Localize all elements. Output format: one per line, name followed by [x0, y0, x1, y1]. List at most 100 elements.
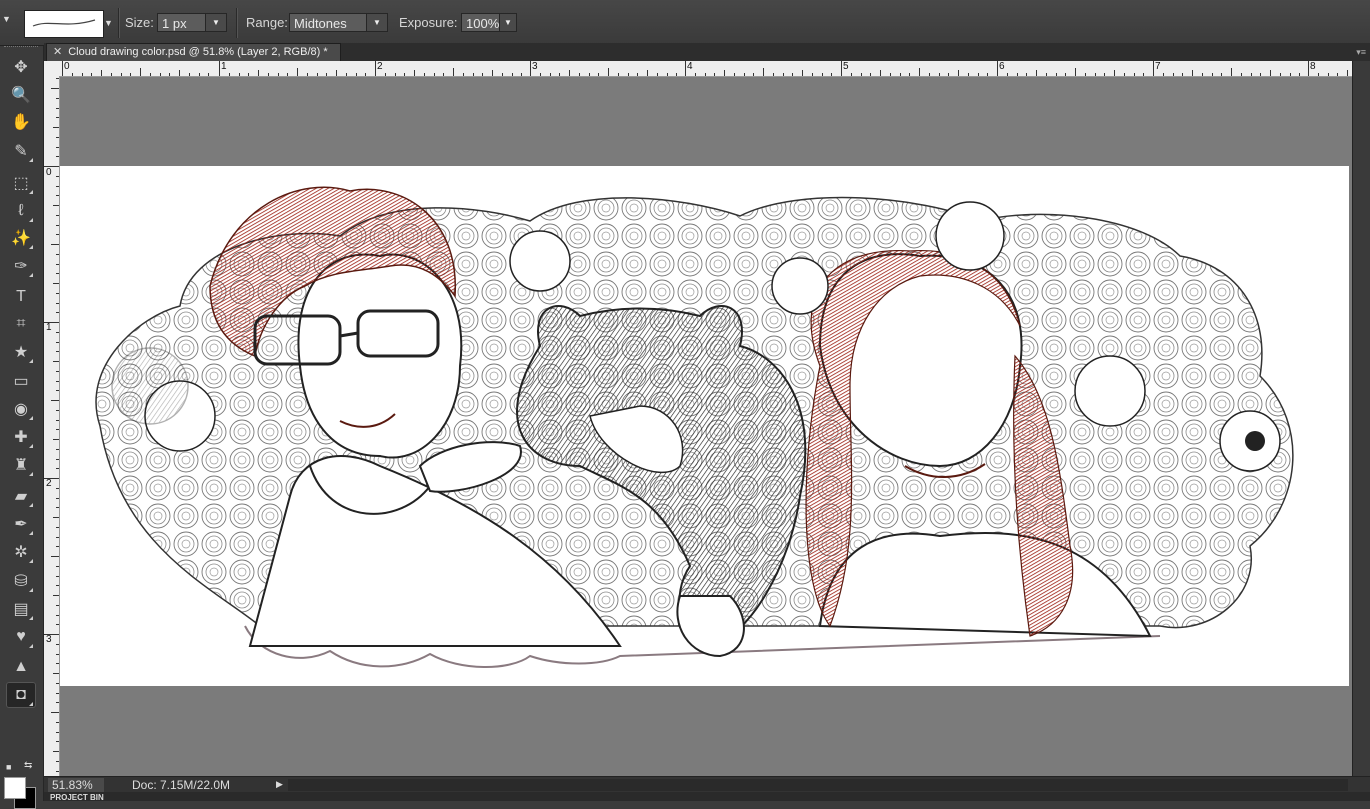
ruler-tick — [753, 73, 755, 76]
range-select[interactable]: Midtones ▼ — [289, 13, 388, 32]
ruler-tick — [1240, 73, 1242, 76]
ruler-tick — [617, 73, 619, 76]
toolbox-grip[interactable] — [4, 46, 38, 51]
ruler-tick — [860, 73, 862, 76]
default-colors-icon[interactable]: ■ — [6, 762, 11, 772]
ruler-tick — [56, 78, 59, 80]
brush-picker-dropdown-icon[interactable]: ▼ — [104, 13, 114, 33]
ruler-tick — [1192, 70, 1193, 76]
lasso-tool-icon[interactable]: ℓ — [6, 198, 36, 224]
healing-brush-tool-icon[interactable]: ✚ — [6, 424, 36, 450]
type-tool-icon[interactable]: T — [6, 284, 36, 310]
ruler-tick — [44, 478, 59, 479]
ruler-tick — [56, 253, 59, 255]
eraser-tool-icon[interactable]: ▰ — [6, 483, 36, 509]
tool-flyout-indicator — [29, 359, 33, 363]
ruler-tick — [56, 234, 59, 236]
ruler-tick — [694, 73, 696, 76]
gradient-tool-icon[interactable]: ▤ — [6, 596, 36, 622]
ruler-tick — [326, 73, 328, 76]
ruler-tick — [51, 88, 59, 89]
brush-preview[interactable] — [24, 10, 104, 38]
ruler-tick — [1143, 73, 1145, 76]
ruler-tick — [492, 70, 493, 76]
vertical-scrollbar[interactable] — [1352, 61, 1370, 776]
ruler-tick — [53, 673, 59, 674]
blur-tool-icon[interactable]: ▲ — [6, 654, 36, 680]
size-field[interactable]: 1 px ▼ — [157, 13, 227, 32]
swap-colors-icon[interactable]: ⇆ — [24, 760, 32, 771]
canvas-area[interactable]: 0 1 2 3 4 5 6 7 8 0 1 2 3 — [44, 61, 1352, 776]
tool-preset-dropdown-icon[interactable]: ▼ — [2, 14, 11, 24]
ruler-tick — [219, 61, 220, 76]
range-label: Range: — [246, 15, 288, 30]
ruler-tick — [1045, 73, 1047, 76]
quick-selection-tool-icon[interactable]: ✑ — [6, 253, 36, 279]
ruler-tick — [56, 380, 59, 382]
marquee-tool-icon[interactable]: ⬚ — [6, 170, 36, 196]
project-bin-header[interactable]: PROJECT BIN — [44, 792, 1370, 801]
chevron-down-icon[interactable]: ▼ — [366, 14, 387, 31]
close-icon[interactable]: ✕ — [53, 46, 62, 58]
ruler-tick — [51, 712, 59, 713]
straighten-tool-icon[interactable]: ▭ — [6, 368, 36, 394]
panel-menu-icon[interactable]: ▾≡ — [1356, 47, 1366, 58]
ruler-tick — [1094, 73, 1096, 76]
zoom-tool-icon[interactable]: 🔍 — [6, 82, 36, 108]
document-canvas[interactable] — [60, 166, 1349, 686]
sponge-tool-icon[interactable]: ◘ — [6, 682, 36, 708]
ruler-tick — [733, 73, 735, 76]
ruler-tick — [608, 68, 609, 76]
ruler-tick — [336, 70, 337, 76]
exposure-field[interactable]: 100% ▼ — [461, 13, 517, 32]
ruler-tick — [1299, 73, 1301, 76]
eyedropper-tool-icon[interactable]: ✎ — [6, 138, 36, 164]
custom-shape-tool-icon[interactable]: ♥ — [6, 624, 36, 650]
hand-tool-icon[interactable]: ✋ — [6, 109, 36, 135]
ruler-tick — [56, 546, 59, 548]
ruler-tick — [53, 127, 59, 128]
chevron-down-icon[interactable]: ▼ — [499, 14, 516, 31]
ruler-tick — [453, 68, 454, 76]
horizontal-scrollbar[interactable] — [288, 779, 1348, 791]
ruler-tick — [306, 73, 308, 76]
ruler-tick — [1250, 73, 1252, 76]
foreground-color-swatch[interactable] — [4, 777, 26, 799]
ruler-tick — [345, 73, 347, 76]
ruler-tick — [414, 70, 415, 76]
ruler-tick — [782, 73, 784, 76]
smart-brush-tool-icon[interactable]: ✲ — [6, 539, 36, 565]
paint-bucket-tool-icon[interactable]: ⛁ — [6, 568, 36, 594]
ruler-number: 6 — [999, 61, 1005, 72]
document-tab[interactable]: ✕ Cloud drawing color.psd @ 51.8% (Layer … — [46, 43, 341, 61]
zoom-field[interactable]: 51.83% — [48, 778, 104, 792]
ruler-tick — [56, 604, 59, 606]
status-menu-arrow-icon[interactable]: ▶ — [276, 779, 283, 790]
ruler-horizontal: 0 1 2 3 4 5 6 7 8 — [44, 61, 1352, 77]
cookie-cutter-tool-icon[interactable]: ★ — [6, 339, 36, 365]
drawing-artwork — [95, 186, 1294, 668]
ruler-tick — [530, 61, 531, 76]
crop-tool-icon[interactable]: ⌗ — [6, 311, 36, 337]
ruler-tick — [559, 73, 561, 76]
ruler-tick — [656, 73, 658, 76]
red-eye-tool-icon[interactable]: ◉ — [6, 396, 36, 422]
ruler-tick — [1182, 73, 1184, 76]
chevron-down-icon[interactable]: ▼ — [205, 14, 226, 31]
magic-wand-tool-icon[interactable]: ✨ — [6, 225, 36, 251]
ruler-tick — [53, 361, 59, 362]
ruler-tick — [1026, 73, 1028, 76]
ruler-tick — [1036, 70, 1037, 76]
ruler-tick — [919, 68, 920, 76]
ruler-tick — [56, 97, 59, 99]
ruler-tick — [521, 73, 523, 76]
ruler-tick — [238, 73, 240, 76]
ruler-tick — [841, 61, 842, 76]
ruler-tick — [53, 517, 59, 518]
ruler-tick — [404, 73, 406, 76]
ruler-tick — [56, 653, 59, 655]
clone-stamp-tool-icon[interactable]: ♜ — [6, 452, 36, 478]
ruler-tick — [44, 634, 59, 635]
move-tool-icon[interactable]: ✥ — [6, 54, 36, 80]
brush-tool-icon[interactable]: ✒ — [6, 511, 36, 537]
